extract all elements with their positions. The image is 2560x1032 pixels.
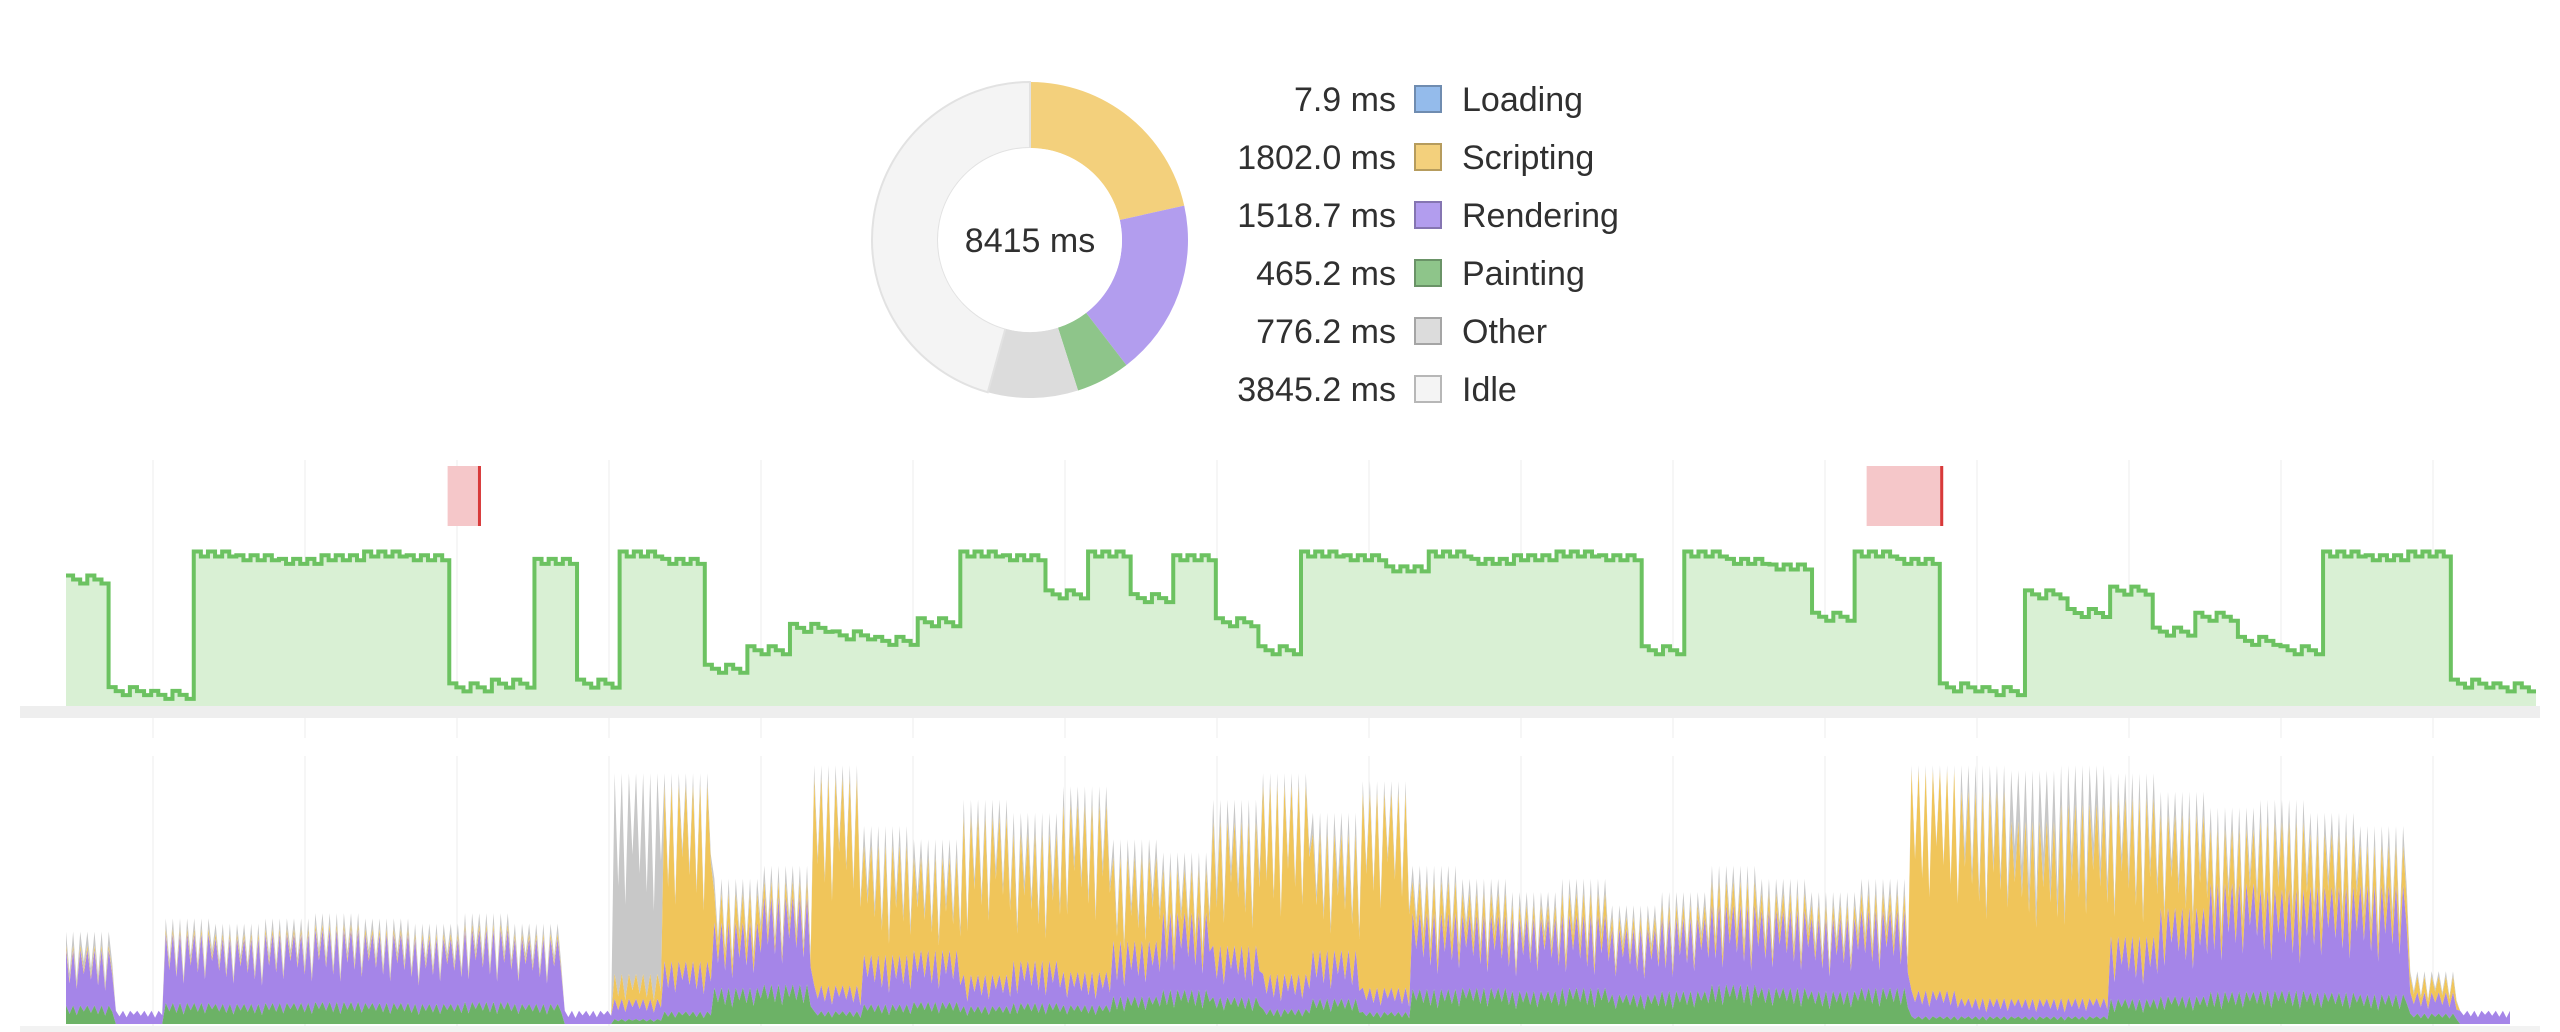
summary-donut-chart: 8415 ms: [871, 80, 1188, 398]
donut-total-label: 8415 ms: [965, 222, 1095, 260]
long-frame-edge: [477, 466, 481, 526]
legend-label-scripting: Scripting: [1462, 139, 1595, 177]
legend-value-scripting: 1802.0 ms: [1237, 139, 1396, 177]
legend-row-scripting: 1802.0 ms Scripting: [1190, 130, 1710, 186]
legend-row-idle: 3845.2 ms Idle: [1190, 362, 1710, 418]
fps-baseline: [20, 706, 2540, 718]
legend-value-painting: 465.2 ms: [1256, 255, 1396, 293]
legend-label-painting: Painting: [1462, 255, 1585, 293]
legend-label-loading: Loading: [1462, 81, 1584, 119]
legend-swatch-rendering: [1414, 201, 1442, 229]
legend-value-rendering: 1518.7 ms: [1237, 197, 1396, 235]
fps-frames-chart: [20, 460, 2540, 738]
legend-label-idle: Idle: [1462, 371, 1517, 409]
cpu-activity-chart: [20, 756, 2540, 1032]
legend-value-loading: 7.9 ms: [1293, 81, 1396, 119]
legend-swatch-idle: [1414, 375, 1442, 403]
long-frame-marker[interactable]: [1866, 466, 1944, 526]
legend-value-other: 776.2 ms: [1256, 313, 1396, 351]
legend-row-loading: 7.9 ms Loading: [1190, 72, 1710, 128]
legend-swatch-painting: [1414, 259, 1442, 287]
legend-row-rendering: 1518.7 ms Rendering: [1190, 188, 1710, 244]
performance-summary-panel: 8415 ms 7.9 ms Loading 1802.0 ms Scripting 1…: [0, 0, 2560, 1032]
legend-swatch-loading: [1414, 85, 1442, 113]
legend-row-painting: 465.2 ms Painting: [1190, 246, 1710, 302]
legend-swatch-scripting: [1414, 143, 1442, 171]
legend-label-other: Other: [1462, 313, 1548, 351]
legend-row-other: 776.2 ms Other: [1190, 304, 1710, 360]
legend-label-rendering: Rendering: [1462, 197, 1619, 235]
legend-swatch-other: [1414, 317, 1442, 345]
long-frame-edge: [1940, 466, 1944, 526]
long-frame-marker[interactable]: [447, 466, 481, 526]
cpu-baseline: [20, 1026, 2540, 1032]
legend-value-idle: 3845.2 ms: [1237, 371, 1396, 409]
